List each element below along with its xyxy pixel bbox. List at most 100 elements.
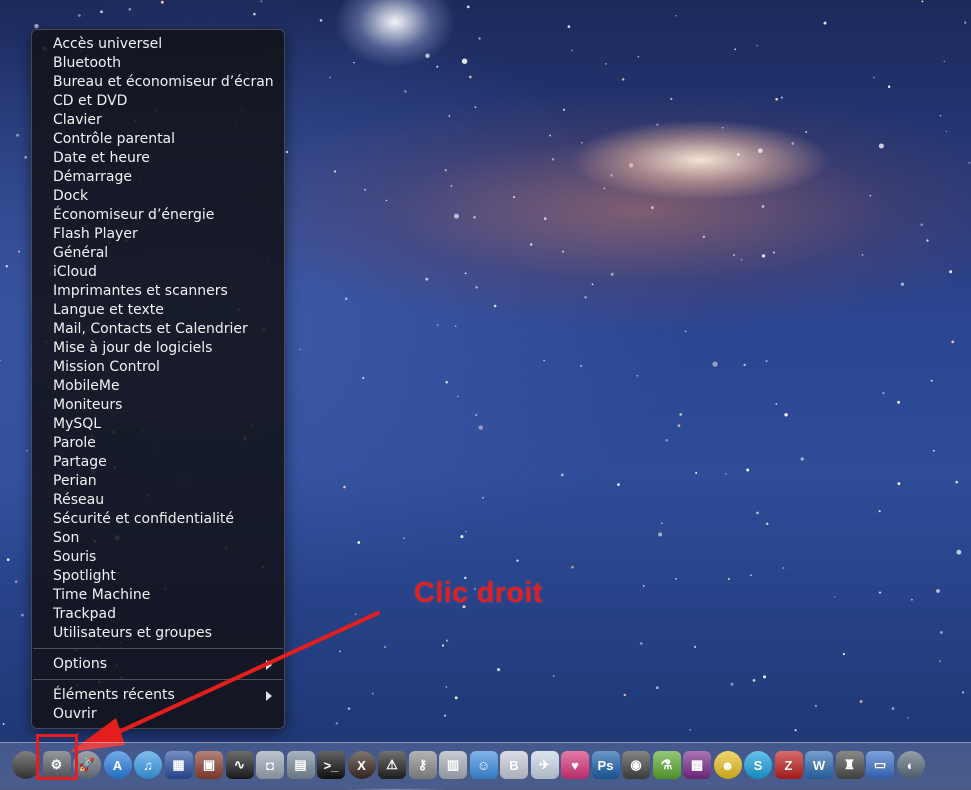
menu-item-options[interactable]: Options (32, 655, 284, 674)
menu-item-label: Trackpad (53, 606, 116, 622)
menu-item-pane[interactable]: Time Machine (32, 586, 284, 605)
star (347, 707, 351, 710)
console-icon[interactable]: ⚠ (378, 751, 406, 779)
x11-icon[interactable]: X (347, 751, 376, 779)
menu-item-pane[interactable]: Démarrage (32, 168, 284, 187)
star (775, 403, 778, 405)
menu-item-pane[interactable]: Économiseur d’énergie (32, 206, 284, 225)
menu-item-pane[interactable]: MobileMe (32, 377, 284, 396)
bbedit-icon[interactable]: B (500, 751, 528, 779)
menu-item-label: iCloud (53, 264, 97, 280)
star (656, 123, 659, 126)
star (961, 691, 965, 694)
menu-item-pane[interactable]: Mise à jour de logiciels (32, 339, 284, 358)
star (782, 566, 785, 570)
menu-item-pane[interactable]: Contrôle parental (32, 130, 284, 149)
menu-item-pane[interactable]: Imprimantes et scanners (32, 282, 284, 301)
dock-icon-glyph: ▭ (873, 757, 887, 772)
star (481, 496, 484, 499)
star (642, 585, 645, 587)
dock-icon-glyph: ▩ (690, 757, 704, 772)
star (474, 106, 477, 109)
menu-item-pane[interactable]: Utilisateurs et groupes (32, 624, 284, 643)
system-profiler-icon[interactable]: ▤ (286, 751, 315, 779)
photoshop-icon[interactable]: Ps (591, 751, 620, 779)
menu-item-pane[interactable]: Date et heure (32, 149, 284, 168)
menu-item-open[interactable]: Ouvrir (32, 705, 284, 724)
system-information-icon[interactable]: ▥ (439, 751, 467, 779)
menu-item-pane[interactable]: CD et DVD (32, 92, 284, 111)
potion-icon[interactable]: ⚗ (652, 751, 681, 779)
star (955, 480, 959, 484)
terminal-icon[interactable]: >_ (317, 751, 345, 779)
star (756, 511, 759, 515)
camera-icon[interactable]: ◉ (622, 751, 650, 779)
menu-item-pane[interactable]: Mission Control (32, 358, 284, 377)
menu-item-pane[interactable]: Réseau (32, 491, 284, 510)
menu-item-pane[interactable]: Bureau et économiseur d’écran (32, 73, 284, 92)
star (354, 613, 357, 616)
imovie-icon[interactable]: ▦ (164, 751, 193, 779)
menu-item-pane[interactable]: Accès universel (32, 35, 284, 54)
menu-item-pane[interactable]: Clavier (32, 111, 284, 130)
menu-item-pane[interactable]: Mail, Contacts et Calendrier (32, 320, 284, 339)
menu-item-pane[interactable]: Partage (32, 453, 284, 472)
menu-item-pane[interactable]: Flash Player (32, 225, 284, 244)
disk-utility-icon[interactable]: ◘ (256, 751, 284, 779)
star (543, 217, 547, 220)
messenger-icon[interactable]: ☺ (469, 751, 498, 779)
mail-icon[interactable]: ✈ (530, 751, 559, 779)
photo-booth-icon[interactable]: ▣ (195, 751, 223, 779)
menu-item-pane[interactable]: Trackpad (32, 605, 284, 624)
menu-item-pane[interactable]: Général (32, 244, 284, 263)
word-icon[interactable]: W (805, 751, 833, 779)
menu-item-pane[interactable]: Langue et texte (32, 301, 284, 320)
keychain-icon[interactable]: ⚷ (408, 751, 437, 779)
star (551, 158, 555, 161)
star (567, 25, 571, 28)
menu-item-pane[interactable]: Moniteurs (32, 396, 284, 415)
app-store-icon[interactable]: A (103, 751, 132, 779)
menu-item-recent-items[interactable]: Éléments récents (32, 686, 284, 705)
menu-item-label: Mise à jour de logiciels (53, 340, 213, 356)
activity-monitor-icon[interactable]: ∿ (225, 751, 254, 779)
star (689, 729, 691, 731)
menu-item-pane[interactable]: Bluetooth (32, 54, 284, 73)
filezilla-icon[interactable]: Z (774, 751, 803, 779)
menu-item-pane[interactable]: Spotlight (32, 567, 284, 586)
star (560, 473, 564, 477)
menu-item-pane[interactable]: Son (32, 529, 284, 548)
dock-icon-glyph: ☻ (720, 757, 735, 773)
menu-separator (33, 648, 283, 649)
star (761, 254, 766, 258)
menu-item-pane[interactable]: Sécurité et confidentialité (32, 510, 284, 529)
menu-item-pane[interactable]: Souris (32, 548, 284, 567)
menu-item-label: Économiseur d’énergie (53, 207, 215, 223)
itunes-icon[interactable]: ♫ (134, 751, 162, 779)
star (570, 49, 573, 52)
migration-icon[interactable]: ◐ (896, 751, 925, 779)
star (734, 48, 737, 51)
menu-item-pane[interactable]: Perian (32, 472, 284, 491)
menu-item-pane[interactable]: MySQL (32, 415, 284, 434)
stickman-icon[interactable]: ♜ (835, 751, 864, 779)
star (450, 185, 453, 187)
dock-icon-glyph: Z (784, 757, 793, 773)
menu-item-pane[interactable]: Parole (32, 434, 284, 453)
menu-item-pane[interactable]: iCloud (32, 263, 284, 282)
star (939, 631, 943, 634)
menu-item-label: Options (53, 656, 108, 672)
menu-item-pane[interactable]: Dock (32, 187, 284, 206)
photo-slideshow-icon[interactable]: ▩ (683, 751, 711, 779)
star (930, 379, 933, 382)
skype-icon[interactable]: S (744, 751, 772, 779)
star (695, 472, 698, 474)
annotation-highlight-box (36, 734, 78, 780)
star (621, 78, 625, 81)
annotation-label: Clic droit (414, 577, 543, 609)
star (561, 250, 565, 253)
adium-icon[interactable]: ☻ (713, 751, 742, 779)
remote-desktop-icon[interactable]: ▭ (866, 751, 894, 779)
heart-app-icon[interactable]: ♥ (561, 751, 589, 779)
dock-context-menu: Accès universel Bluetooth Bureau et économ… (31, 29, 285, 729)
